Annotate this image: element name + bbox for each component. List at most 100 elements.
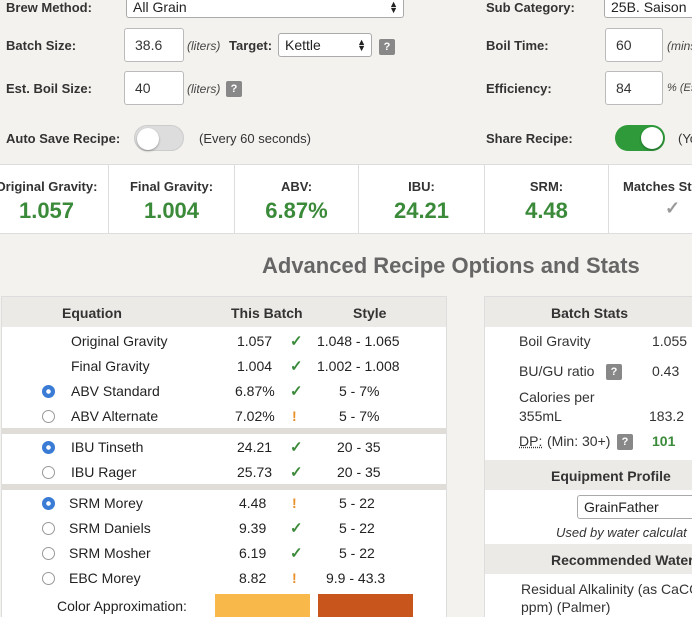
stat-label: ABV: (280, 179, 313, 194)
stat-value: 4.48 (525, 198, 568, 223)
srm-morey-radio[interactable] (42, 497, 55, 510)
boil-gravity-label: Boil Gravity (519, 333, 591, 349)
srm-mosher-radio[interactable] (42, 547, 55, 560)
bugu-value: 0.43 (652, 363, 680, 379)
batch-size-label: Batch Size: (6, 38, 77, 53)
batch-color-swatch (215, 594, 310, 617)
row-batch: 6.87% (235, 383, 275, 399)
batch-size-input[interactable]: 38.6 (124, 28, 184, 62)
target-value: Kettle (285, 37, 321, 53)
row-batch: 25.73 (237, 464, 273, 480)
residual-alkalinity-line2: ppm) (Palmer) (521, 599, 611, 615)
bugu-label: BU/GU ratio (519, 363, 595, 379)
equipment-profile-select[interactable]: GrainFather (577, 495, 692, 519)
color-approximation-row: Color Approximation: (2, 594, 446, 617)
help-icon[interactable]: ? (617, 434, 633, 450)
table-row[interactable]: IBU Tinseth 24.21 ✓ 20 - 35 (2, 435, 446, 460)
row-style: 5 - 22 (339, 545, 375, 561)
row-style: 1.048 - 1.065 (317, 333, 400, 349)
row-style: 5 - 7% (339, 408, 380, 424)
brew-method-select[interactable]: All Grain ▲ ▼ (126, 0, 404, 18)
check-icon: ✓ (290, 520, 303, 537)
recommended-water-title: Recommended Water (551, 552, 692, 568)
row-name: ABV Alternate (71, 408, 159, 424)
stat-value: 1.004 (143, 198, 200, 223)
row-name: IBU Tinseth (71, 439, 144, 455)
table-row[interactable]: ABV Standard 6.87% ✓ 5 - 7% (2, 379, 446, 404)
batch-stats-title: Batch Stats (551, 305, 629, 321)
dp-label[interactable]: DP: (519, 433, 542, 449)
ibu-rager-radio[interactable] (42, 466, 55, 479)
row-name: EBC Morey (69, 570, 141, 586)
color-approx-label: Color Approximation: (57, 598, 187, 614)
abv-alternate-radio[interactable] (42, 410, 55, 423)
boil-gravity-value: 1.055 (652, 333, 688, 349)
stat-value: 1.057 (18, 198, 75, 223)
help-icon[interactable]: ? (606, 364, 622, 380)
warning-icon: ! (292, 570, 297, 586)
abv-standard-radio[interactable] (42, 385, 55, 398)
select-arrows-icon: ▲ ▼ (357, 37, 366, 53)
row-divider (2, 484, 446, 490)
stat-final-gravity: Final Gravity: 1.004 (109, 165, 235, 233)
check-icon: ✓ (290, 464, 303, 481)
help-icon[interactable]: ? (379, 39, 395, 55)
brew-method-value: All Grain (133, 0, 187, 15)
table-row[interactable]: SRM Daniels 9.39 ✓ 5 - 22 (2, 516, 446, 541)
sub-category-select[interactable]: 25B. Saison (604, 0, 692, 18)
toggle-knob (641, 127, 663, 149)
table-row[interactable]: ABV Alternate 7.02% ! 5 - 7% (2, 404, 446, 429)
table-row[interactable]: SRM Morey 4.48 ! 5 - 22 (2, 491, 446, 516)
efficiency-input[interactable]: 84 (605, 71, 663, 105)
check-icon: ✓ (290, 358, 303, 375)
check-icon: ✓ (290, 439, 303, 456)
table-row[interactable]: EBC Morey 8.82 ! 9.9 - 43.3 (2, 566, 446, 591)
table-row: Final Gravity 1.004 ✓ 1.002 - 1.008 (2, 354, 446, 379)
equipment-note: Used by water calculat (556, 525, 687, 540)
ibu-tinseth-radio[interactable] (42, 441, 55, 454)
row-style: 5 - 7% (339, 383, 380, 399)
target-label: Target: (229, 38, 273, 53)
share-recipe-note: (Yo (678, 131, 692, 146)
srm-daniels-radio[interactable] (42, 522, 55, 535)
equipment-value: GrainFather (584, 499, 659, 515)
batch-size-unit: (liters) (187, 39, 221, 53)
stat-matches-style: Matches Style: ✓ (609, 165, 692, 233)
stat-original-gravity: Original Gravity: 1.057 (0, 165, 109, 233)
row-batch: 4.48 (239, 495, 267, 511)
help-icon[interactable]: ? (226, 81, 242, 97)
row-style: 1.002 - 1.008 (317, 358, 400, 374)
est-boil-input[interactable]: 40 (124, 71, 184, 105)
table-row[interactable]: IBU Rager 25.73 ✓ 20 - 35 (2, 460, 446, 485)
stat-label: Matches Style: (623, 179, 692, 194)
efficiency-label: Efficiency: (486, 81, 552, 96)
ebc-morey-radio[interactable] (42, 572, 55, 585)
equipment-profile-title: Equipment Profile (551, 468, 671, 484)
warning-icon: ! (292, 408, 297, 424)
row-divider (2, 428, 446, 434)
auto-save-toggle[interactable] (134, 125, 184, 151)
row-batch: 7.02% (235, 408, 275, 424)
est-boil-unit: (liters) (187, 82, 221, 96)
table-row[interactable]: SRM Mosher 6.19 ✓ 5 - 22 (2, 541, 446, 566)
equation-table: Equation This Batch Style Original Gravi… (1, 296, 447, 617)
select-arrows-icon: ▲ ▼ (389, 0, 398, 15)
col-this-batch: This Batch (231, 305, 303, 321)
stat-value: 24.21 (393, 198, 450, 223)
row-style: 20 - 35 (337, 439, 381, 455)
row-name: Final Gravity (71, 358, 150, 374)
residual-alkalinity-line1: Residual Alkalinity (as CaCO (521, 581, 692, 597)
target-select[interactable]: Kettle ▲ ▼ (278, 33, 372, 57)
row-style: 5 - 22 (339, 520, 375, 536)
col-style: Style (353, 305, 387, 321)
col-equation: Equation (62, 305, 122, 321)
row-style: 9.9 - 43.3 (326, 570, 386, 586)
boil-time-input[interactable]: 60 (605, 28, 663, 62)
auto-save-label: Auto Save Recipe: (6, 131, 121, 146)
style-color-swatch (318, 594, 413, 617)
check-icon: ✓ (290, 383, 303, 400)
share-recipe-label: Share Recipe: (486, 131, 573, 146)
share-recipe-toggle[interactable] (615, 125, 665, 151)
check-icon: ✓ (290, 545, 303, 562)
stat-label: Original Gravity: (0, 179, 98, 194)
